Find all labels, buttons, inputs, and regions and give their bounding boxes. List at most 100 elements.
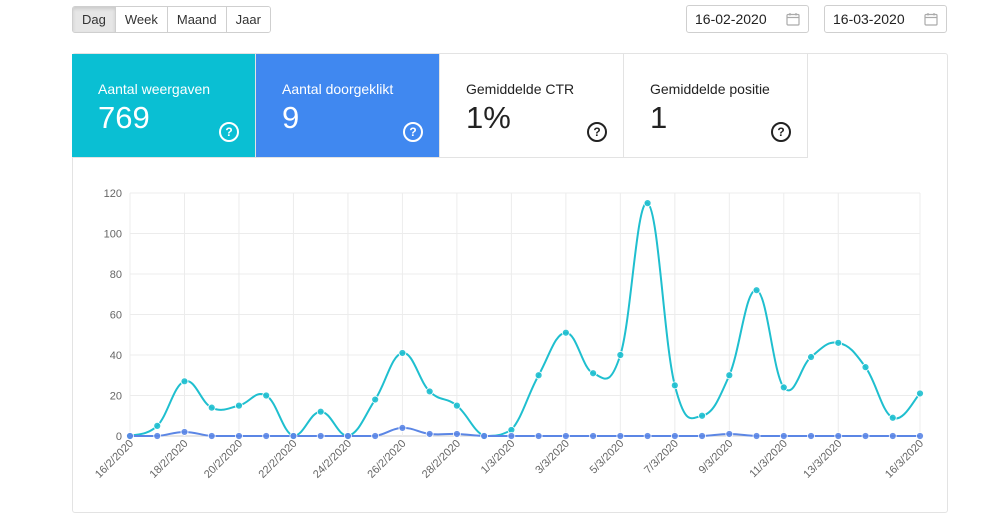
data-point [643,199,652,208]
data-point [507,432,516,440]
y-tick-label: 80 [110,269,122,281]
calendar-icon [786,13,800,26]
data-point [861,363,870,372]
data-point [589,432,598,440]
data-point [207,432,216,440]
data-point [888,432,897,440]
data-point [561,432,570,440]
data-point [698,411,706,420]
data-point [316,407,325,416]
help-icon[interactable]: ? [219,122,239,142]
range-button-jaar[interactable]: Jaar [226,7,270,32]
data-point [235,401,243,410]
data-point [262,432,271,440]
data-point [589,369,598,378]
stat-label: Gemiddelde positie [650,81,770,97]
x-tick-label: 16/3/2020 [883,438,926,481]
data-point [480,432,489,440]
data-point [316,432,325,440]
data-point [752,432,761,440]
data-point [725,371,734,380]
range-button-maand[interactable]: Maand [167,7,227,32]
x-tick-label: 7/3/2020 [642,438,681,477]
y-tick-label: 100 [104,229,122,241]
x-tick-label: 18/2/2020 [148,438,191,481]
data-point [344,432,352,440]
stat-label: Aantal weergaven [98,81,211,97]
calendar-icon [924,13,938,26]
date-range-toggle: Dag Week Maand Jaar [72,6,271,33]
data-point [643,432,652,440]
data-point [834,432,843,440]
data-point [888,413,897,422]
data-point [670,432,679,440]
x-tick-label: 1/3/2020 [479,438,518,477]
stat-label: Aantal doorgeklikt [282,81,394,97]
data-point [752,286,761,295]
data-point [153,432,162,440]
y-tick-label: 40 [110,350,122,362]
help-icon[interactable]: ? [771,122,791,142]
data-point [834,338,843,347]
data-point [262,391,271,400]
data-point [207,403,216,412]
x-tick-label: 20/2/2020 [202,438,245,481]
series-line-1 [130,426,920,437]
stat-tile-position[interactable]: Gemiddelde positie 1 ? [624,54,808,158]
stat-label: Gemiddelde CTR [466,81,575,97]
stat-tile-impressions[interactable]: Aantal weergaven 769 ? [72,54,256,158]
x-tick-label: 11/3/2020 [747,438,790,481]
line-chart: 0 20 40 60 80 100 120 16/2/2020 18/2/2020 20/2/20… [93,188,926,481]
data-point [452,401,461,410]
data-point [725,430,734,438]
data-point [398,423,407,432]
data-point [371,432,380,440]
data-point [371,395,380,404]
data-point [398,349,407,357]
x-tick-label: 5/3/2020 [588,438,627,477]
data-point [126,432,134,440]
data-point [425,430,434,438]
x-tick-label: 28/2/2020 [420,438,463,481]
stat-tile-ctr[interactable]: Gemiddelde CTR 1% ? [440,54,624,158]
range-button-dag[interactable]: Dag [73,7,116,32]
stat-tiles: Aantal weergaven 769 ? Aantal doorgeklik… [72,54,808,158]
x-tick-label: 22/2/2020 [256,438,299,481]
y-tick-label: 0 [116,431,122,443]
data-point [452,430,461,438]
data-point [861,432,870,440]
help-icon[interactable]: ? [403,122,423,142]
date-to-value: 16-03-2020 [833,11,905,27]
data-point [698,432,706,440]
data-point [235,432,243,440]
data-point [180,377,189,386]
stat-tile-clicks[interactable]: Aantal doorgeklikt 9 ? [256,54,440,158]
data-point [779,383,788,392]
x-tick-label: 16/2/2020 [93,438,136,481]
data-point [180,428,189,436]
data-point [534,371,543,380]
data-point [916,432,924,440]
y-tick-label: 60 [110,310,122,322]
range-button-week[interactable]: Week [115,7,168,32]
y-tick-label: 20 [110,391,122,403]
data-point [534,432,543,440]
y-tick-label: 120 [104,188,122,200]
data-point [425,387,434,396]
data-point [153,421,162,430]
x-tick-label: 9/3/2020 [697,438,736,477]
series-line-0 [129,202,921,438]
date-to-field[interactable]: 16-03-2020 [824,5,947,33]
x-tick-label: 24/2/2020 [311,438,354,481]
data-point [916,389,924,398]
help-icon[interactable]: ? [587,122,607,142]
data-point [807,353,815,361]
data-point [289,432,298,440]
data-point [616,351,625,359]
x-tick-label: 3/3/2020 [533,438,572,477]
date-from-field[interactable]: 16-02-2020 [686,5,809,33]
date-from-value: 16-02-2020 [695,11,767,27]
x-tick-label: 26/2/2020 [365,438,408,481]
data-point [561,328,570,337]
data-point [807,432,815,440]
